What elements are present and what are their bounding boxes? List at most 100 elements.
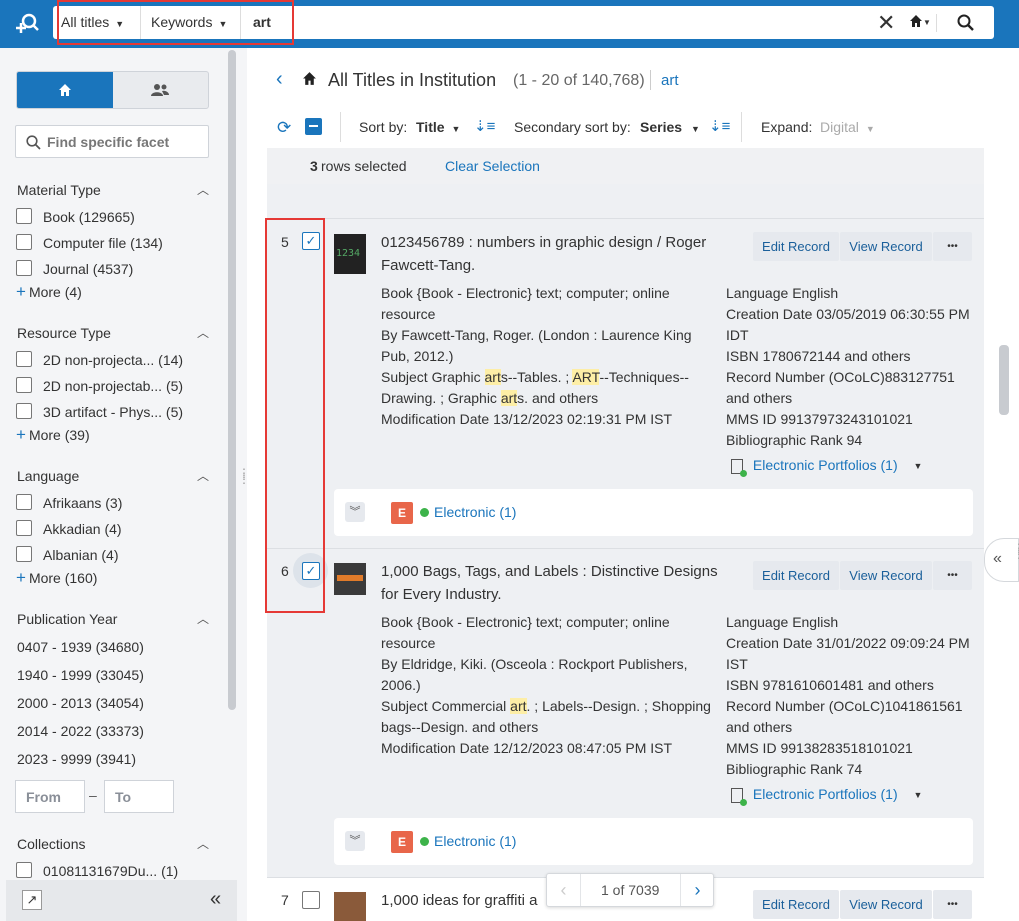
view-record-button[interactable]: View Record: [840, 232, 932, 261]
view-record-button[interactable]: View Record: [840, 561, 932, 590]
back-arrow-icon[interactable]: ‹: [276, 68, 283, 91]
mms-label: MMS ID: [726, 740, 777, 756]
facet-checkbox[interactable]: [16, 546, 32, 562]
facet-checkbox[interactable]: [16, 208, 32, 224]
expand-details-icon[interactable]: ︾: [345, 831, 365, 851]
facet-item[interactable]: Computer file (134): [43, 235, 163, 251]
prev-page-icon[interactable]: ‹: [547, 874, 581, 906]
facet-checkbox[interactable]: [16, 862, 32, 878]
clear-search-icon[interactable]: ✕: [877, 10, 895, 36]
facet-title-publication-year[interactable]: Publication Year: [17, 611, 117, 627]
facet-checkbox[interactable]: [16, 377, 32, 393]
query-link[interactable]: art: [661, 72, 679, 89]
facet-title-resource-type[interactable]: Resource Type: [17, 325, 111, 341]
facet-item[interactable]: Albanian (4): [43, 547, 119, 563]
selection-bar: 3 rows selected Clear Selection: [267, 148, 984, 184]
home-scope-icon[interactable]: ▼: [909, 14, 937, 32]
search-logo-icon[interactable]: [14, 11, 40, 37]
pop-out-icon[interactable]: ↗: [22, 890, 42, 910]
facet-item[interactable]: Akkadian (4): [43, 521, 122, 537]
more-actions-button[interactable]: •••: [933, 232, 972, 261]
electronic-link[interactable]: Electronic (1): [434, 833, 516, 849]
secondary-sort-direction-icon[interactable]: ⇣≡: [709, 117, 730, 135]
record-title[interactable]: 1,000 ideas for graffiti a: [381, 889, 538, 912]
facet-item[interactable]: 3D artifact - Phys... (5): [43, 404, 183, 420]
year-range[interactable]: 2023 - 9999 (3941): [17, 751, 136, 767]
deselect-all-icon[interactable]: [305, 118, 322, 135]
electronic-badge: E: [391, 831, 413, 853]
chevron-up-icon[interactable]: ︿: [197, 181, 209, 198]
record-title[interactable]: 0123456789 : numbers in graphic design /…: [381, 231, 726, 277]
collapse-sidebar-icon[interactable]: «: [210, 888, 221, 911]
year-to-input[interactable]: To: [104, 780, 174, 813]
year-from-input[interactable]: From: [15, 780, 85, 813]
year-range[interactable]: 2000 - 2013 (34054): [17, 695, 144, 711]
more-actions-button[interactable]: •••: [933, 890, 972, 919]
year-range[interactable]: 0407 - 1939 (34680): [17, 639, 144, 655]
expand-dropdown[interactable]: Digital ▼: [820, 119, 875, 135]
facet-item[interactable]: 2D non-projectab... (5): [43, 378, 183, 394]
record-thumbnail[interactable]: [334, 563, 366, 595]
facet-item[interactable]: Afrikaans (3): [43, 495, 122, 511]
year-range[interactable]: 1940 - 1999 (33045): [17, 667, 144, 683]
facet-item[interactable]: Journal (4537): [43, 261, 133, 277]
chevron-up-icon[interactable]: ︿: [197, 467, 209, 484]
facet-checkbox[interactable]: [16, 351, 32, 367]
chevron-up-icon[interactable]: ︿: [197, 324, 209, 341]
creation-value: 31/01/2022 09:09:24 PM: [816, 635, 970, 651]
edit-record-button[interactable]: Edit Record: [753, 890, 839, 919]
results-scrollbar[interactable]: [999, 345, 1009, 415]
facet-item[interactable]: 2D non-projecta... (14): [43, 352, 183, 368]
sort-by-dropdown[interactable]: Title ▼: [416, 119, 460, 135]
sort-direction-icon[interactable]: ⇣≡: [474, 117, 495, 135]
facet-checkbox[interactable]: [16, 260, 32, 276]
next-page-icon[interactable]: ›: [680, 874, 714, 906]
record-title[interactable]: 1,000 Bags, Tags, and Labels : Distincti…: [381, 560, 741, 606]
portfolios-link[interactable]: Electronic Portfolios (1) ▼: [731, 786, 922, 806]
search-icon[interactable]: [957, 14, 975, 32]
facet-title-collections[interactable]: Collections: [17, 836, 85, 852]
chevron-up-icon[interactable]: ︿: [197, 610, 209, 627]
title-line: 1,000 Bags, Tags, and Labels : Distincti…: [381, 563, 718, 580]
facet-more-link[interactable]: + More (4): [16, 282, 82, 302]
record-checkbox[interactable]: [302, 891, 320, 909]
resize-handle-icon[interactable]: ⋮ ⋮: [1013, 542, 1019, 560]
home-tab[interactable]: [17, 72, 113, 108]
edit-record-button[interactable]: Edit Record: [753, 561, 839, 590]
secondary-sort-dropdown[interactable]: Series ▼: [640, 119, 700, 135]
resize-handle-icon[interactable]: ⋮ ⋮: [238, 467, 250, 510]
edit-record-button[interactable]: Edit Record: [753, 232, 839, 261]
facet-toggle[interactable]: [16, 71, 209, 109]
facet-item[interactable]: Book (129665): [43, 209, 135, 225]
subject-text: bags--Design. and others: [381, 719, 539, 735]
sidebar-scrollbar[interactable]: [228, 50, 236, 710]
status-dot: [420, 508, 429, 517]
refresh-icon[interactable]: ⟳: [277, 118, 291, 138]
collapse-left-icon: «: [993, 550, 1002, 567]
facet-title-language[interactable]: Language: [17, 468, 79, 484]
expand-details-icon[interactable]: ︾: [345, 502, 365, 522]
facet-title-material-type[interactable]: Material Type: [17, 182, 101, 198]
electronic-link[interactable]: Electronic (1): [434, 504, 516, 520]
title-line: 0123456789 : numbers in graphic design /…: [381, 234, 707, 251]
facet-search-input[interactable]: Find specific facet: [15, 125, 209, 158]
record-details-right: Language English Creation Date 31/01/202…: [726, 612, 976, 780]
chevron-up-icon[interactable]: ︿: [197, 835, 209, 852]
subject-text: . ; Labels--Design. ; Shopping: [526, 698, 711, 714]
facet-checkbox[interactable]: [16, 403, 32, 419]
users-icon[interactable]: [151, 83, 169, 97]
facet-checkbox[interactable]: [16, 494, 32, 510]
clear-selection-link[interactable]: Clear Selection: [445, 158, 540, 174]
year-range[interactable]: 2014 - 2022 (33373): [17, 723, 144, 739]
facet-item[interactable]: 01081131679Du... (1): [43, 863, 178, 879]
view-record-button[interactable]: View Record: [840, 890, 932, 919]
more-actions-button[interactable]: •••: [933, 561, 972, 590]
subject-text: s. and others: [517, 390, 599, 406]
portfolios-link[interactable]: Electronic Portfolios (1) ▼: [731, 457, 922, 477]
facet-more-link[interactable]: + More (39): [16, 425, 90, 445]
record-thumbnail[interactable]: [334, 892, 366, 921]
facet-checkbox[interactable]: [16, 520, 32, 536]
record-thumbnail[interactable]: 1234: [334, 234, 366, 274]
facet-checkbox[interactable]: [16, 234, 32, 250]
facet-more-link[interactable]: + More (160): [16, 568, 97, 588]
